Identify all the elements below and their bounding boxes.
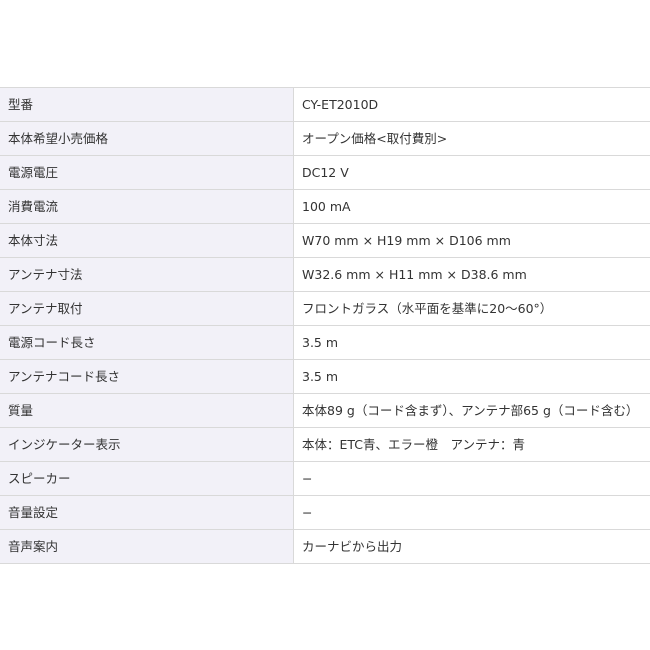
spec-row-antenna-dimensions: アンテナ寸法 W32.6 mm × H11 mm × D38.6 mm (0, 257, 650, 292)
spec-value: オープン価格<取付費別> (293, 121, 650, 156)
spec-value: フロントガラス（水平面を基準に20～60°） (293, 291, 650, 326)
spec-row-voltage: 電源電圧 DC12 V (0, 155, 650, 190)
spec-row-volume: 音量設定 − (0, 495, 650, 530)
spec-value: − (293, 495, 650, 530)
spec-row-model: 型番 CY-ET2010D (0, 87, 650, 122)
spec-label: 型番 (0, 87, 294, 122)
spec-label: アンテナ取付 (0, 291, 294, 326)
spec-label: インジケーター表示 (0, 427, 294, 462)
spec-value: 3.5 m (293, 359, 650, 394)
spec-label: 消費電流 (0, 189, 294, 224)
spec-label: 電源電圧 (0, 155, 294, 190)
spec-value: 本体89 g（コード含まず）、アンテナ部65 g（コード含む） (293, 393, 650, 428)
spec-value: W32.6 mm × H11 mm × D38.6 mm (293, 257, 650, 292)
spec-row-weight: 質量 本体89 g（コード含まず）、アンテナ部65 g（コード含む） (0, 393, 650, 428)
spec-value: W70 mm × H19 mm × D106 mm (293, 223, 650, 258)
spec-table: 型番 CY-ET2010D 本体希望小売価格 オープン価格<取付費別> 電源電圧… (0, 87, 650, 564)
spec-row-voice-guidance: 音声案内 カーナビから出力 (0, 529, 650, 564)
spec-row-price: 本体希望小売価格 オープン価格<取付費別> (0, 121, 650, 156)
spec-row-speaker: スピーカー − (0, 461, 650, 496)
spec-row-antenna-mount: アンテナ取付 フロントガラス（水平面を基準に20～60°） (0, 291, 650, 326)
spec-value: CY-ET2010D (293, 87, 650, 122)
spec-label: アンテナ寸法 (0, 257, 294, 292)
spec-label: アンテナコード長さ (0, 359, 294, 394)
spec-value: 本体：ETC青、エラー橙 アンテナ：青 (293, 427, 650, 462)
spec-value: 3.5 m (293, 325, 650, 360)
spec-label: 電源コード長さ (0, 325, 294, 360)
spec-value: カーナビから出力 (293, 529, 650, 564)
spec-label: スピーカー (0, 461, 294, 496)
spec-row-power-cord: 電源コード長さ 3.5 m (0, 325, 650, 360)
spec-row-body-dimensions: 本体寸法 W70 mm × H19 mm × D106 mm (0, 223, 650, 258)
spec-label: 質量 (0, 393, 294, 428)
spec-label: 本体希望小売価格 (0, 121, 294, 156)
spec-value: − (293, 461, 650, 496)
spec-row-indicator: インジケーター表示 本体：ETC青、エラー橙 アンテナ：青 (0, 427, 650, 462)
spec-label: 音声案内 (0, 529, 294, 564)
spec-row-current: 消費電流 100 mA (0, 189, 650, 224)
spec-label: 音量設定 (0, 495, 294, 530)
spec-value: DC12 V (293, 155, 650, 190)
spec-row-antenna-cord: アンテナコード長さ 3.5 m (0, 359, 650, 394)
spec-label: 本体寸法 (0, 223, 294, 258)
spec-value: 100 mA (293, 189, 650, 224)
